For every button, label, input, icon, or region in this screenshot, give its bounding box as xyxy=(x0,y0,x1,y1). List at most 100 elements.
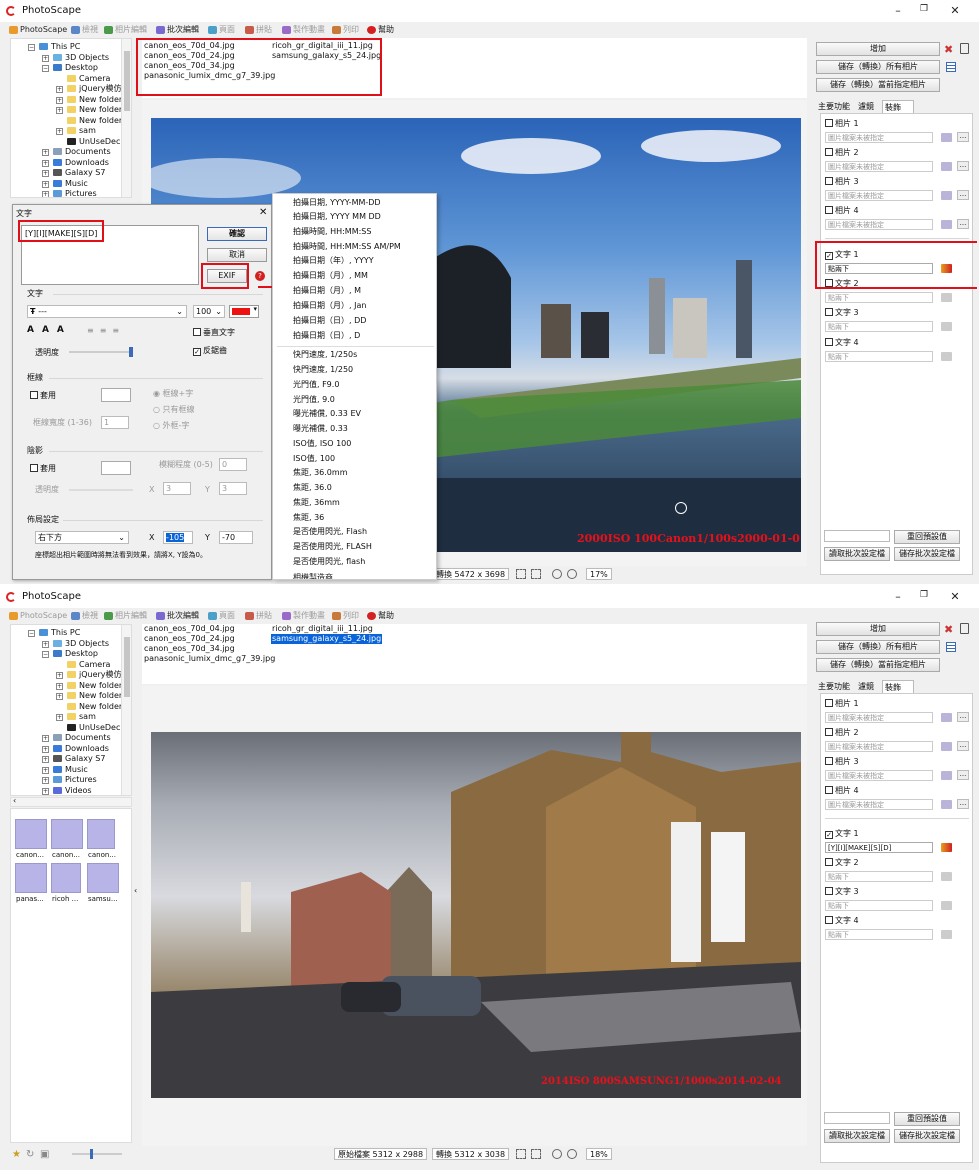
tab-combine[interactable]: 拼貼 xyxy=(244,23,272,37)
file-item[interactable]: canon_eos_70d_04.jpg xyxy=(144,624,235,634)
expand-icon[interactable]: + xyxy=(56,672,63,679)
text-3-checkbox[interactable]: 文字 3 xyxy=(825,307,859,319)
tree-item-this-pc[interactable]: This PC xyxy=(39,42,80,52)
tree-item-this-pc[interactable]: This PC xyxy=(39,628,80,638)
tab-animated-gif[interactable]: 製作動畫 xyxy=(281,23,325,37)
font-size-select[interactable]: 100 ⌄ xyxy=(193,305,225,318)
tree-item-3d-objects[interactable]: 3D Objects xyxy=(53,53,109,63)
exif-menu-item[interactable]: 焦距, 36.0 xyxy=(293,481,332,495)
fit-icon[interactable] xyxy=(516,569,526,579)
expand-icon[interactable]: + xyxy=(42,191,49,197)
tree-item-documents[interactable]: Documents xyxy=(53,147,111,157)
tab-main-function[interactable]: 主要功能 xyxy=(816,680,852,693)
more-button[interactable]: ... xyxy=(957,161,969,171)
exif-menu-item[interactable]: ISO值, 100 xyxy=(293,452,335,466)
exif-menu-item[interactable]: ISO值, ISO 100 xyxy=(293,437,351,451)
thumb-size-slider[interactable] xyxy=(72,1149,122,1159)
text-1-checkbox[interactable]: ✓ 文字 1 xyxy=(825,828,859,840)
trash-icon[interactable] xyxy=(960,623,969,634)
thumbnail[interactable] xyxy=(15,863,47,893)
photo-2-field[interactable]: 圖片檔案未被指定 xyxy=(825,741,933,752)
remove-icon[interactable]: ✖ xyxy=(944,623,953,636)
text-2-field[interactable]: 點兩下 xyxy=(825,871,933,882)
text-4-field[interactable]: 點兩下 xyxy=(825,351,933,362)
settings-name-field[interactable] xyxy=(824,1112,890,1124)
rotate-icon[interactable]: ↻ xyxy=(26,1149,34,1160)
tree-item-desktop[interactable]: Desktop xyxy=(53,63,98,73)
photo-1-field[interactable]: 圖片檔案未被指定 xyxy=(825,712,933,723)
exif-menu-item[interactable]: 曝光補償, 0.33 xyxy=(293,422,348,436)
text-edit-icon[interactable] xyxy=(941,872,952,881)
expand-icon[interactable]: + xyxy=(42,767,49,774)
minimize-button[interactable]: – xyxy=(888,4,908,18)
scroll-thumb[interactable] xyxy=(124,51,130,111)
text-edit-icon[interactable] xyxy=(941,901,952,910)
photo-icon[interactable]: ▣ xyxy=(40,1149,49,1160)
close-button[interactable]: ✕ xyxy=(945,590,965,604)
tab-photoscape[interactable]: PhotoScape xyxy=(8,23,67,37)
font-select[interactable]: Ŧ --- ⌄ xyxy=(27,305,187,318)
tree-item-downloads[interactable]: Downloads xyxy=(53,744,109,754)
expand-icon[interactable]: + xyxy=(56,107,63,114)
text-watermark-preview[interactable]: 2000ISO 100Canon1/100s2000-01-01 xyxy=(577,532,801,545)
opacity-slider[interactable] xyxy=(69,347,133,357)
expand-icon[interactable]: + xyxy=(42,55,49,62)
tree-item-3d-objects[interactable]: 3D Objects xyxy=(53,639,109,649)
tree-item-music[interactable]: Music xyxy=(53,765,88,775)
tree-item-pictures[interactable]: Pictures xyxy=(53,189,97,197)
tab-help[interactable]: 幫助 xyxy=(366,23,394,37)
shadow-apply-checkbox[interactable]: 套用 xyxy=(30,463,56,474)
tab-editor[interactable]: 相片編輯 xyxy=(103,609,147,623)
collapse-icon[interactable]: − xyxy=(28,44,35,51)
vertical-text-checkbox[interactable]: 垂直文字 xyxy=(193,327,235,338)
photo-4-field[interactable]: 圖片檔案未被指定 xyxy=(825,219,933,230)
tab-viewer[interactable]: 檢視 xyxy=(70,609,98,623)
tree-item-unusedeck[interactable]: UnUseDeck xyxy=(67,723,125,733)
tab-batch-editor[interactable]: 批次編輯 xyxy=(155,609,199,623)
tab-animated-gif[interactable]: 製作動畫 xyxy=(281,609,325,623)
tree-item-new-folder[interactable]: New folder xyxy=(67,105,122,115)
photo-2-checkbox[interactable]: 相片 2 xyxy=(825,727,859,739)
exif-menu-item[interactable]: 拍攝日期（月）, M xyxy=(293,284,361,298)
expand-icon[interactable]: + xyxy=(42,777,49,784)
photo-1-field[interactable]: 圖片檔案未被指定 xyxy=(825,132,933,143)
tree-scrollbar[interactable] xyxy=(121,39,131,197)
image-picker-icon[interactable] xyxy=(941,771,952,780)
text-3-field[interactable]: 點兩下 xyxy=(825,321,933,332)
image-picker-icon[interactable] xyxy=(941,220,952,229)
tree-item-documents[interactable]: Documents xyxy=(53,733,111,743)
tree-item-new-folder[interactable]: New folder xyxy=(67,95,122,105)
close-button[interactable]: ✕ xyxy=(945,4,965,18)
tree-horizontal-scrollbar[interactable]: ‹ xyxy=(10,796,132,807)
text-edit-icon[interactable] xyxy=(941,322,952,331)
tree-item-desktop[interactable]: Desktop xyxy=(53,649,98,659)
zoom-in-icon[interactable] xyxy=(552,569,562,579)
tab-page[interactable]: 頁面 xyxy=(207,609,235,623)
expand-icon[interactable]: + xyxy=(42,746,49,753)
image-picker-icon[interactable] xyxy=(941,742,952,751)
thumbnail[interactable] xyxy=(51,863,81,893)
text-style-buttons[interactable]: AAA xyxy=(27,325,72,336)
thumbnail[interactable] xyxy=(15,819,47,849)
thumbnail[interactable] xyxy=(87,819,115,849)
tree-item-sam[interactable]: sam xyxy=(67,126,96,136)
tab-main-function[interactable]: 主要功能 xyxy=(816,100,852,113)
photo-4-checkbox[interactable]: 相片 4 xyxy=(825,785,859,797)
more-button[interactable]: ... xyxy=(957,132,969,142)
folder-tree[interactable]: − This PC + 3D Objects − Desktop Camera … xyxy=(10,624,132,796)
shadow-y-input[interactable]: 3 xyxy=(219,482,247,495)
file-list[interactable]: canon_eos_70d_04.jpg canon_eos_70d_24.jp… xyxy=(142,624,807,684)
exif-menu-item[interactable]: 是否使用閃光, Flash xyxy=(293,525,367,539)
text-1-field[interactable]: [Y][I][MAKE][S][D] xyxy=(825,842,933,853)
save-current-button[interactable]: 儲存（轉換）當前指定相片 xyxy=(816,658,940,672)
collapse-panel-icon[interactable]: ‹ xyxy=(134,886,137,895)
exif-menu-item[interactable]: 拍攝日期（日）, DD xyxy=(293,314,366,328)
tree-item-new-folder[interactable]: New folder xyxy=(67,702,122,712)
expand-icon[interactable]: + xyxy=(56,97,63,104)
image-picker-icon[interactable] xyxy=(941,162,952,171)
save-settings-button[interactable]: 儲存批次設定檔 xyxy=(894,1129,960,1143)
image-picker-icon[interactable] xyxy=(941,800,952,809)
expand-icon[interactable]: + xyxy=(42,181,49,188)
frame-width-input[interactable]: 1 xyxy=(101,416,129,429)
tree-item-galaxy-s7[interactable]: Galaxy S7 xyxy=(53,168,105,178)
